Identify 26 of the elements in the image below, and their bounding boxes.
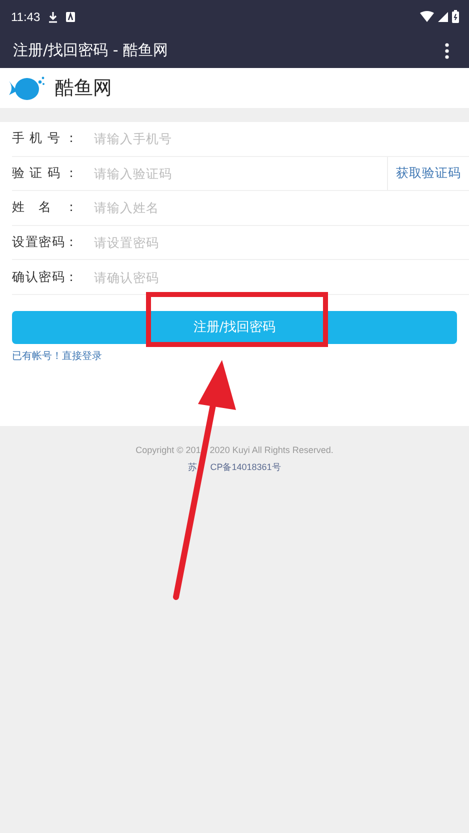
input-field[interactable]: 请输入验证码	[94, 166, 387, 181]
more-options-icon[interactable]	[445, 42, 449, 58]
submit-button[interactable]: 注册/找回密码	[12, 310, 457, 344]
icp-number: CP备14018361号	[210, 461, 281, 474]
input-field[interactable]: 请输入手机号	[94, 131, 469, 146]
input-field[interactable]: 请确认密码	[94, 270, 469, 285]
download-icon	[48, 10, 58, 22]
fish-logo-icon	[9, 75, 45, 101]
site-name: 酷鱼网	[55, 76, 112, 101]
battery-icon	[452, 10, 459, 23]
notification-icon	[66, 12, 76, 22]
copyright-text: 2020 Kuyi All Rights Reserved.	[210, 445, 334, 455]
field-label: 确认密码：	[12, 268, 78, 286]
login-link[interactable]: 已有帐号！直接登录	[12, 348, 102, 363]
field-label: 验证码：	[12, 164, 78, 182]
icp-number: 苏	[188, 461, 198, 474]
field-label: 手机号：	[12, 130, 78, 148]
copyright-text: Copyright © 201	[136, 445, 201, 455]
status-time: 11:43	[11, 10, 40, 24]
wifi-icon	[420, 11, 434, 22]
signal-icon	[438, 12, 448, 22]
field-label: 姓名：	[12, 199, 78, 216]
app-title: 注册/找回密码 - 酷鱼网	[13, 41, 168, 60]
field-label: 设置密码：	[12, 234, 78, 252]
input-field[interactable]: 请设置密码	[94, 235, 469, 250]
input-field[interactable]: 请输入姓名	[94, 200, 469, 216]
